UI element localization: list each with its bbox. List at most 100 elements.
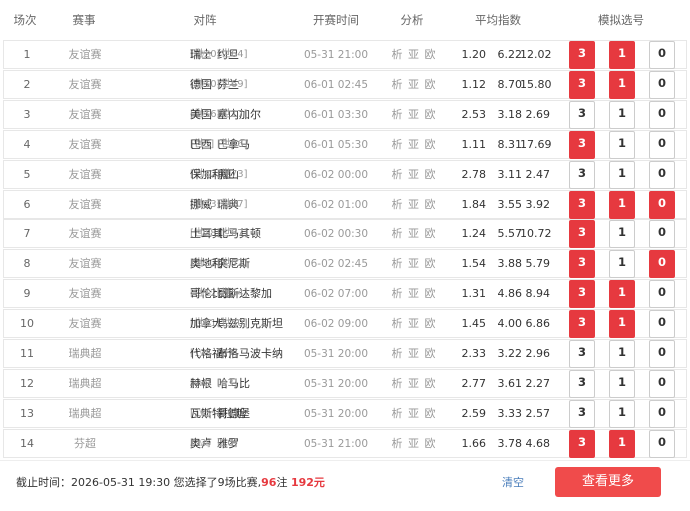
match-number: 2	[23, 77, 31, 91]
analysis-links[interactable]: 析 亚 欧	[388, 280, 440, 308]
league-name[interactable]: 瑞典超	[51, 340, 119, 368]
league-name[interactable]: 友谊赛	[51, 161, 119, 189]
pick-0-button[interactable]: 0	[649, 190, 675, 219]
away-rank: [07]	[217, 348, 238, 359]
kickoff-time: 06-02 09:00	[303, 318, 369, 331]
pick-0-button[interactable]: 0	[649, 41, 675, 69]
pick-3-button[interactable]: 3	[569, 250, 595, 279]
pick-0-button[interactable]: 0	[649, 280, 675, 309]
match-number: 4	[23, 137, 31, 151]
pick-0-button[interactable]: 0	[649, 429, 675, 458]
away-rank: [世54]	[217, 288, 248, 300]
pick-1-button[interactable]: 1	[609, 70, 635, 99]
pick-1-button[interactable]: 1	[609, 280, 635, 309]
pick-1-button[interactable]: 1	[609, 310, 635, 339]
league-name[interactable]: 芬超	[51, 430, 119, 458]
pick-1-button[interactable]: 1	[609, 130, 635, 159]
pick-1-button[interactable]: 1	[609, 160, 635, 189]
analysis-links[interactable]: 析 亚 欧	[388, 161, 440, 189]
pick-3-button[interactable]: 3	[569, 41, 595, 69]
pick-1-button[interactable]: 1	[609, 220, 635, 249]
league-name[interactable]: 友谊赛	[51, 41, 119, 69]
away-rank: [世36]	[217, 138, 248, 150]
league-name[interactable]: 友谊赛	[51, 250, 119, 278]
pick-0-button[interactable]: 0	[649, 70, 675, 99]
pick-0-button[interactable]: 0	[649, 369, 675, 398]
pick-3-button[interactable]: 3	[569, 220, 595, 249]
bets-count: 96	[261, 476, 277, 489]
match-row: 10 友谊赛 [世31] 加拿大 VS 乌兹别克斯坦 [世50] 06-02 09:00 析…	[3, 309, 687, 339]
pick-3-button[interactable]: 3	[569, 190, 595, 219]
pick-0-button[interactable]: 0	[649, 160, 675, 189]
pick-3-button[interactable]: 3	[569, 70, 595, 99]
odds-lose: 12.02	[520, 48, 552, 61]
pick-0-button[interactable]: 0	[649, 340, 675, 368]
pick-1-button[interactable]: 1	[609, 340, 635, 368]
kickoff-time: 06-02 07:00	[303, 288, 369, 301]
league-name[interactable]: 瑞典超	[51, 400, 119, 428]
analysis-links[interactable]: 析 亚 欧	[388, 131, 440, 159]
pick-1-button[interactable]: 1	[609, 100, 635, 129]
pick-3-button[interactable]: 3	[569, 369, 595, 398]
analysis-links[interactable]: 析 亚 欧	[388, 41, 440, 69]
analysis-links[interactable]: 析 亚 欧	[388, 370, 440, 398]
pick-1-button[interactable]: 1	[609, 429, 635, 458]
odds-lose: 2.27	[525, 376, 551, 390]
away-rank: [世17]	[217, 108, 248, 120]
pick-3-button[interactable]: 3	[569, 399, 595, 428]
analysis-links[interactable]: 析 亚 欧	[388, 430, 440, 458]
league-name[interactable]: 友谊赛	[51, 310, 119, 338]
vs-label: VS	[199, 319, 211, 330]
pick-0-button[interactable]: 0	[649, 130, 675, 159]
analysis-links[interactable]: 析 亚 欧	[388, 310, 440, 338]
kickoff-time: 06-01 02:45	[303, 78, 369, 91]
odds-lose: 6.86	[525, 317, 551, 331]
analysis-links[interactable]: 析 亚 欧	[388, 340, 440, 368]
pick-3-button[interactable]: 3	[569, 100, 595, 129]
pick-0-button[interactable]: 0	[649, 310, 675, 339]
header-picks: 模拟选号	[598, 13, 644, 27]
league-name[interactable]: 友谊赛	[51, 101, 119, 129]
clear-button[interactable]: 清空	[502, 461, 524, 505]
pick-3-button[interactable]: 3	[569, 429, 595, 458]
pick-3-button[interactable]: 3	[569, 160, 595, 189]
pick-0-button[interactable]: 0	[649, 220, 675, 249]
header-analysis: 分析	[400, 13, 424, 27]
pick-1-button[interactable]: 1	[609, 41, 635, 69]
selection-summary: 截止时间：2026-05-31 19:30 您选择了9场比赛,96注 192元	[16, 461, 325, 505]
analysis-links[interactable]: 析 亚 欧	[388, 220, 440, 248]
league-name[interactable]: 友谊赛	[51, 191, 119, 219]
pick-1-button[interactable]: 1	[609, 250, 635, 279]
header-num: 场次	[13, 13, 37, 27]
pick-0-button[interactable]: 0	[649, 250, 675, 279]
league-name[interactable]: 瑞典超	[51, 370, 119, 398]
odds-win: 1.20	[461, 48, 487, 61]
amount: 192元	[290, 476, 325, 489]
analysis-links[interactable]: 析 亚 欧	[388, 71, 440, 99]
analysis-links[interactable]: 析 亚 欧	[388, 101, 440, 129]
view-more-button[interactable]: 查看更多	[555, 467, 661, 497]
match-number: 6	[23, 197, 31, 211]
pick-3-button[interactable]: 3	[569, 340, 595, 368]
analysis-links[interactable]: 析 亚 欧	[388, 400, 440, 428]
pick-0-button[interactable]: 0	[649, 399, 675, 428]
league-name[interactable]: 友谊赛	[51, 131, 119, 159]
pick-3-button[interactable]: 3	[569, 280, 595, 309]
pick-1-button[interactable]: 1	[609, 190, 635, 219]
pick-1-button[interactable]: 1	[609, 369, 635, 398]
analysis-links[interactable]: 析 亚 欧	[388, 250, 440, 278]
odds-win: 1.66	[461, 436, 487, 450]
vs-label: VS	[199, 199, 211, 210]
pick-3-button[interactable]: 3	[569, 130, 595, 159]
pick-0-button[interactable]: 0	[649, 100, 675, 129]
match-number: 1	[23, 48, 31, 61]
odds-draw: 8.31	[497, 137, 523, 151]
vs-label: VS	[199, 289, 211, 300]
league-name[interactable]: 友谊赛	[51, 280, 119, 308]
league-name[interactable]: 友谊赛	[51, 220, 119, 248]
analysis-links[interactable]: 析 亚 欧	[388, 191, 440, 219]
league-name[interactable]: 友谊赛	[51, 71, 119, 99]
pick-1-button[interactable]: 1	[609, 399, 635, 428]
pick-3-button[interactable]: 3	[569, 310, 595, 339]
odds-win: 1.24	[461, 227, 487, 241]
